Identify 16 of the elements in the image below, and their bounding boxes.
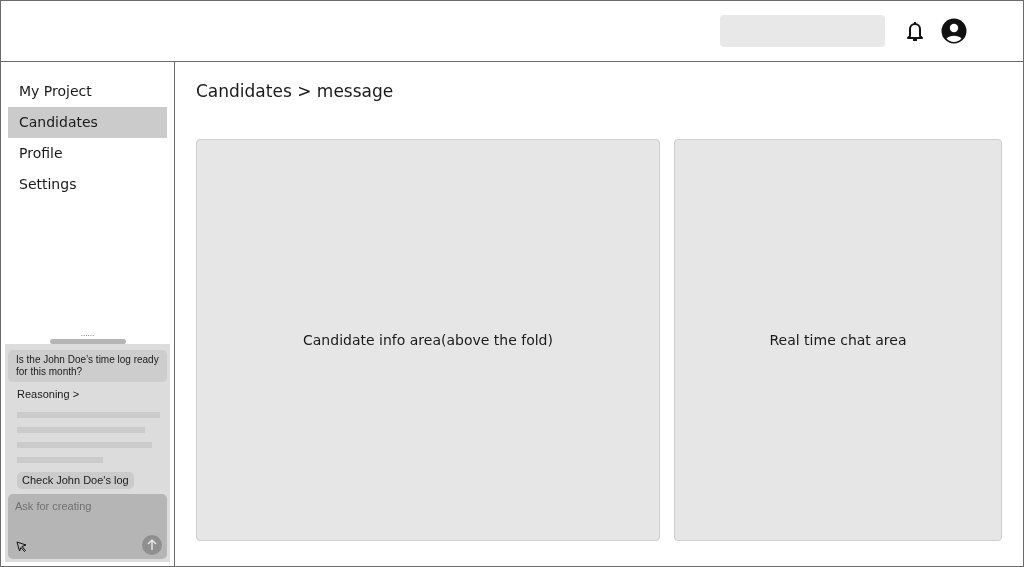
panel-label: Candidate info area(above the fold) [303, 330, 553, 350]
send-button-icon[interactable] [142, 535, 162, 555]
reasoning-toggle[interactable]: Reasoning > [17, 386, 80, 403]
chat-question: Is the John Doe’s time log ready for this month? [8, 350, 167, 382]
drag-handle[interactable] [49, 339, 126, 344]
sidebar-item[interactable]: Candidates [8, 107, 167, 138]
user-avatar-icon[interactable] [941, 18, 967, 44]
sidebar-item[interactable]: My Project [8, 76, 167, 107]
panel-label: Real time chat area [769, 330, 907, 350]
suggestion-chip[interactable]: Check John Doe's log [17, 471, 134, 489]
chat-input[interactable]: Ask for creating [8, 493, 167, 559]
sidebar-item[interactable]: Settings [8, 169, 167, 200]
bell-icon[interactable] [905, 20, 925, 42]
sidebar-item[interactable]: Profile [8, 138, 167, 169]
breadcrumb: Candidates > message [196, 80, 395, 102]
cursor-arrow-icon[interactable] [16, 541, 27, 552]
